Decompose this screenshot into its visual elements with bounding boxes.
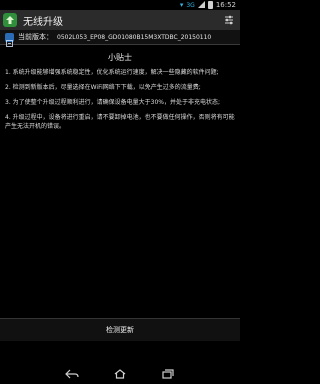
current-version-label: 当前版本： [18,33,53,41]
status-indicators: ▾ 3G 16:52 [180,0,236,10]
app-title: 无线升级 [23,16,63,28]
app-bar: 无线升级 [0,10,240,30]
version-info-icon [5,32,14,47]
wifi-icon: ▾ [179,1,184,9]
tip-item: 3. 为了使整个升级过程顺利进行，请确保设备电量大于30%，并处于非充电状态; [5,99,220,106]
settings-sliders-icon[interactable] [222,13,236,27]
clock: 16:52 [215,1,236,9]
signal-icon [197,0,205,10]
status-bar: ▾ 3G 16:52 [0,0,240,10]
current-version-row: 当前版本： 0502L053_EP08_GD01080B15M3XTDBC_20… [0,30,240,47]
tip-item: 4. 升级过程中，设备将进行重启，请不要卸掉电池，也不要做任何操作，否则将有可能… [5,114,235,130]
recents-icon[interactable] [161,368,175,380]
screen: ▾ 3G 16:52 无线升级 当前版本： 0502L053_EP08_GD01… [0,0,240,384]
tips-title: 小贴士 [108,53,132,62]
battery-icon [207,1,213,9]
home-icon[interactable] [113,368,127,380]
tips-section: 小贴士 1. 系统升级能够增强系统稳定性，优化系统运行速度，解决一些隐藏的软件问… [0,52,240,137]
back-icon[interactable] [65,368,79,380]
upgrade-arrow-icon[interactable] [3,13,17,27]
navigation-bar [0,364,240,384]
network-type: 3G [186,1,195,9]
tip-item: 1. 系统升级能够增强系统稳定性，优化系统运行速度，解决一些隐藏的软件问题; [5,69,219,76]
tip-item: 2. 检测到新版本后，尽量选择在WiFi网络下下载，以免产生过多的流量费; [5,84,201,91]
current-version-value: 0502L053_EP08_GD01080B15M3XTDBC_20150110 [57,33,212,41]
check-update-button[interactable]: 检测更新 [0,318,240,341]
